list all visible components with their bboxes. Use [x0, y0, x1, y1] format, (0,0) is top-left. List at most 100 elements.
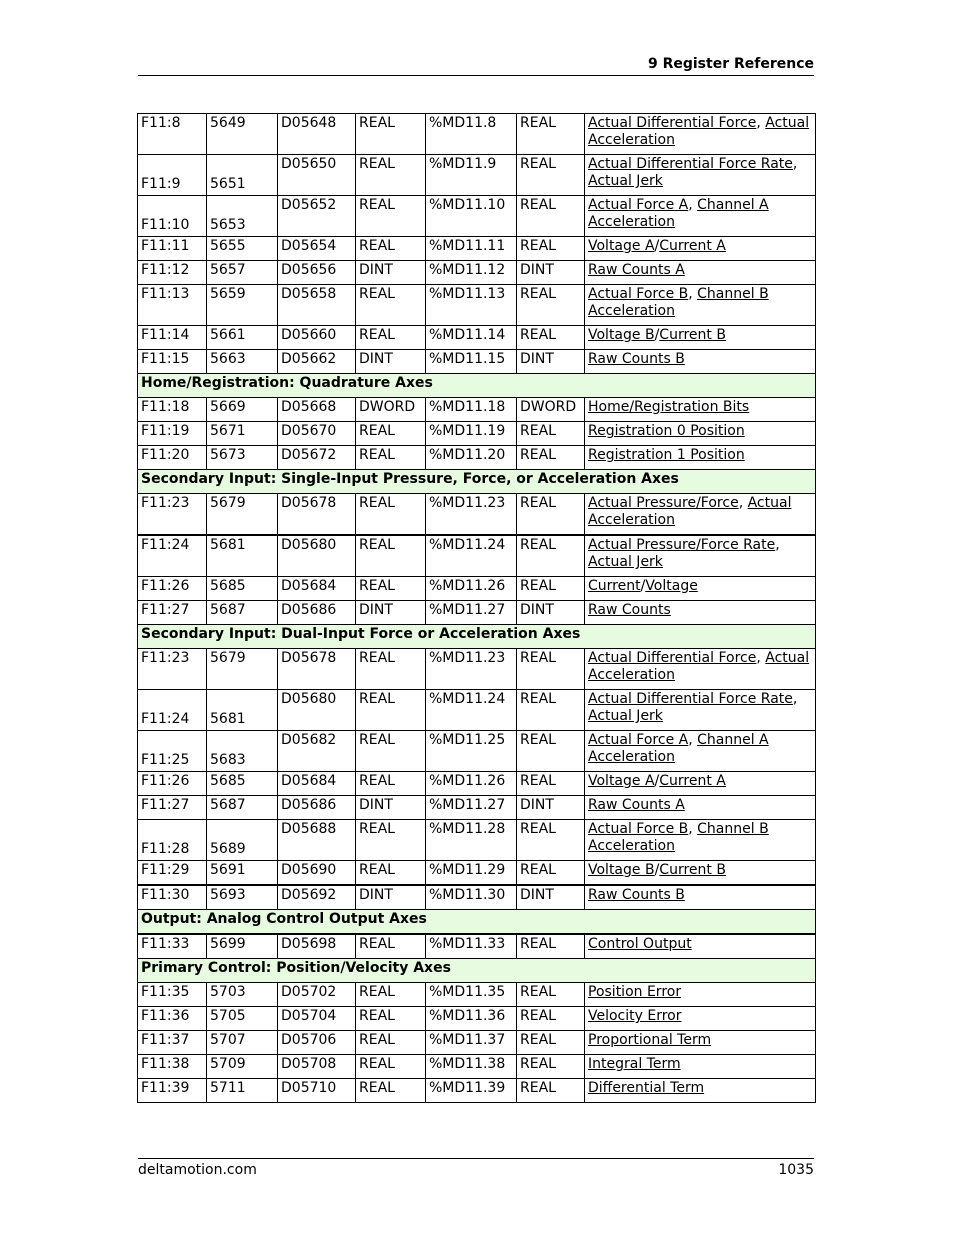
- description-link[interactable]: Voltage A: [588, 238, 655, 254]
- file-address-cell: F11:8: [137, 113, 207, 155]
- register-table-body: F11:8 5649 D05648 REAL %MD11.8 REAL Actual Dif…: [137, 113, 816, 1103]
- file-address-cell: F11:33: [137, 933, 207, 959]
- iec-type-cell: REAL: [516, 195, 585, 237]
- delta-register-cell: D05672: [277, 445, 356, 470]
- description-cell: Actual Force A, Channel A Acceleration: [584, 195, 816, 237]
- table-row: F11:20 5673 D05672 REAL %MD11.20 REAL Registra…: [137, 445, 816, 470]
- delta-register-cell: D05708: [277, 1054, 356, 1079]
- description-link[interactable]: Actual Differential Force: [588, 115, 756, 131]
- iec-address-cell: %MD11.23: [425, 493, 517, 536]
- description-link[interactable]: Raw Counts B: [588, 351, 685, 367]
- section-header: Home/Registration: Quadrature Axes: [137, 373, 816, 398]
- delta-register-cell: D05686: [277, 795, 356, 820]
- footer-site: deltamotion.com: [138, 1162, 257, 1178]
- description-link[interactable]: Actual Jerk: [588, 554, 663, 570]
- description-link[interactable]: Registration 0 Position: [588, 423, 745, 439]
- description-link[interactable]: Registration 1 Position: [588, 447, 745, 463]
- description-link[interactable]: Proportional Term: [588, 1032, 711, 1048]
- section-header: Secondary Input: Single-Input Pressure, …: [137, 469, 816, 494]
- section-header-row: Secondary Input: Dual-Input Force or Acc…: [137, 624, 816, 649]
- description-link[interactable]: Voltage: [645, 578, 698, 594]
- description-cell: Home/Registration Bits: [584, 397, 816, 422]
- description-link[interactable]: Voltage B: [588, 327, 655, 343]
- description-link[interactable]: Actual Pressure/Force: [588, 495, 739, 511]
- description-link[interactable]: Current B: [659, 327, 726, 343]
- table-row: F11:18 5669 D05668 DWORD %MD11.18 DWORD Home/R…: [137, 397, 816, 422]
- description-link[interactable]: Actual Force B: [588, 821, 688, 837]
- description-link[interactable]: Actual Differential Force: [588, 650, 756, 666]
- description-link[interactable]: Actual Differential Force Rate: [588, 691, 793, 707]
- delta-register-cell: D05688: [277, 819, 356, 861]
- file-address-cell: F11:20: [137, 445, 207, 470]
- description-cell: Registration 1 Position: [584, 445, 816, 470]
- description-cell: Velocity Error: [584, 1006, 816, 1031]
- description-link[interactable]: Current A: [659, 773, 726, 789]
- description-separator: ,: [792, 691, 798, 707]
- description-link[interactable]: Actual Jerk: [588, 173, 663, 189]
- description-link[interactable]: Control Output: [588, 936, 692, 952]
- modbus-address-cell: 5693: [206, 884, 278, 910]
- iec-type-cell: DWORD: [516, 397, 585, 422]
- delta-register-cell: D05662: [277, 349, 356, 374]
- description-link[interactable]: Actual Force A: [588, 197, 688, 213]
- table-row: F11:37 5707 D05706 REAL %MD11.37 REAL Proporti…: [137, 1030, 816, 1055]
- description-link[interactable]: Current: [588, 578, 641, 594]
- description-link[interactable]: Raw Counts A: [588, 797, 685, 813]
- description-link[interactable]: Actual Force B: [588, 286, 688, 302]
- description-cell: Integral Term: [584, 1054, 816, 1079]
- delta-type-cell: REAL: [355, 154, 426, 196]
- modbus-address-cell: 5673: [206, 445, 278, 470]
- description-link[interactable]: Integral Term: [588, 1056, 681, 1072]
- file-address-cell: F11:9: [137, 154, 207, 196]
- file-address-cell: F11:24: [137, 689, 207, 731]
- table-row: F11:12 5657 D05656 DINT %MD11.12 DINT Raw Coun…: [137, 260, 816, 285]
- iec-address-cell: %MD11.29: [425, 860, 517, 886]
- modbus-address-cell: 5709: [206, 1054, 278, 1079]
- delta-register-cell: D05680: [277, 534, 356, 577]
- description-cell: Actual Force A, Channel A Acceleration: [584, 730, 816, 772]
- description-cell: Raw Counts: [584, 600, 816, 625]
- file-address-cell: F11:12: [137, 260, 207, 285]
- modbus-address-cell: 5703: [206, 982, 278, 1007]
- file-address-cell: F11:26: [137, 771, 207, 796]
- description-cell: Actual Differential Force Rate, Actual J…: [584, 689, 816, 731]
- delta-type-cell: DINT: [355, 884, 426, 910]
- description-link[interactable]: Home/Registration Bits: [588, 399, 749, 415]
- modbus-address-cell: 5659: [206, 284, 278, 326]
- table-row: F11:13 5659 D05658 REAL %MD11.13 REAL Actual F…: [137, 284, 816, 326]
- description-link[interactable]: Raw Counts A: [588, 262, 685, 278]
- description-link[interactable]: Actual Jerk: [588, 708, 663, 724]
- description-link[interactable]: Differential Term: [588, 1080, 704, 1096]
- description-link[interactable]: Actual Force A: [588, 732, 688, 748]
- table-row: F11:38 5709 D05708 REAL %MD11.38 REAL Integral…: [137, 1054, 816, 1079]
- description-link[interactable]: Raw Counts: [588, 602, 671, 618]
- description-link[interactable]: Velocity Error: [588, 1008, 682, 1024]
- iec-address-cell: %MD11.26: [425, 771, 517, 796]
- description-link[interactable]: Position Error: [588, 984, 681, 1000]
- delta-type-cell: REAL: [355, 982, 426, 1007]
- delta-type-cell: REAL: [355, 195, 426, 237]
- description-link[interactable]: Voltage B: [588, 862, 655, 878]
- delta-type-cell: DINT: [355, 349, 426, 374]
- modbus-address-cell: 5653: [206, 195, 278, 237]
- description-cell: Differential Term: [584, 1078, 816, 1103]
- delta-register-cell: D05670: [277, 421, 356, 446]
- description-link[interactable]: Current A: [659, 238, 726, 254]
- table-row: F11:9 5651 D05650 REAL %MD11.9 REAL Actual Dif…: [137, 154, 816, 196]
- modbus-address-cell: 5649: [206, 113, 278, 155]
- description-link[interactable]: Actual Pressure/Force Rate: [588, 537, 775, 553]
- description-cell: Actual Differential Force, Actual Accele…: [584, 648, 816, 690]
- delta-register-cell: D05654: [277, 236, 356, 261]
- description-link[interactable]: Raw Counts B: [588, 887, 685, 903]
- description-cell: Current/Voltage: [584, 576, 816, 601]
- iec-type-cell: REAL: [516, 1030, 585, 1055]
- description-link[interactable]: Voltage A: [588, 773, 655, 789]
- description-link[interactable]: Current B: [659, 862, 726, 878]
- table-row: F11:14 5661 D05660 REAL %MD11.14 REAL Voltage …: [137, 325, 816, 350]
- table-row: F11:27 5687 D05686 DINT %MD11.27 DINT Raw Coun…: [137, 600, 816, 625]
- file-address-cell: F11:26: [137, 576, 207, 601]
- description-link[interactable]: Actual Differential Force Rate: [588, 156, 793, 172]
- delta-register-cell: D05702: [277, 982, 356, 1007]
- delta-register-cell: D05698: [277, 933, 356, 959]
- iec-type-cell: REAL: [516, 325, 585, 350]
